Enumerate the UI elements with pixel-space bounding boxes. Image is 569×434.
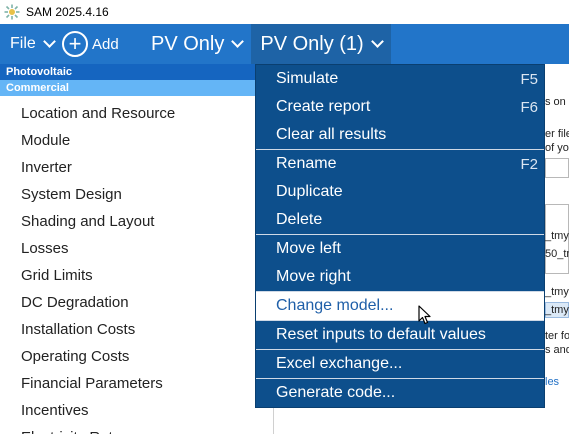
sidebar-item-incentives[interactable]: Incentives [0,397,273,424]
menu-item-generate-code[interactable]: Generate code... [256,379,544,407]
text-fragment: _tmy [545,230,569,242]
add-case-button[interactable]: + Add [62,24,142,64]
sidebar-item-electricity-rates[interactable]: Electricity Rates [0,424,273,434]
plus-circle-icon: + [62,31,88,57]
menu-item-label: Simulate [276,70,339,87]
title-bar: SAM 2025.4.16 [0,0,569,24]
menu-item-create-report[interactable]: Create report F6 [256,93,544,121]
text-fragment: of yo [545,142,569,154]
case-tab-label: PV Only (1) [260,32,364,55]
menu-item-rename[interactable]: Rename F2 [256,150,544,178]
menu-item-clear-all-results[interactable]: Clear all results [256,121,544,149]
window-title: SAM 2025.4.16 [26,5,109,19]
sidebar-item-losses[interactable]: Losses [0,235,273,262]
menu-item-reset-inputs[interactable]: Reset inputs to default values [256,321,544,349]
menu-item-label: Create report [276,98,371,115]
menu-item-simulate[interactable]: Simulate F5 [256,65,544,93]
file-menu-button[interactable]: File [0,24,62,64]
menu-item-shortcut: F2 [520,155,538,173]
input-page-sidebar: Photovoltaic Commercial Location and Res… [0,64,274,434]
case-context-menu: Simulate F5 Create report F6 Clear all r… [255,64,545,408]
case-tab-label: PV Only [151,32,225,55]
text-fragment: _tmy [545,286,569,298]
case-tab-pv-only-1[interactable]: PV Only (1) [251,24,391,64]
menu-item-change-model[interactable]: Change model... [256,292,544,320]
text-fragment: 50_tr [545,248,569,260]
menu-item-label: Generate code... [276,384,396,401]
menu-item-move-left[interactable]: Move left [256,235,544,263]
add-label: Add [92,35,119,53]
files-link[interactable]: les [545,376,559,388]
input-field[interactable] [545,158,569,178]
chevron-down-icon [231,35,245,48]
menu-item-shortcut: F5 [520,70,538,88]
file-menu-label: File [10,35,36,52]
financial-model-header: Commercial [0,80,273,96]
menu-item-excel-exchange[interactable]: Excel exchange... [256,350,544,378]
case-tab-pv-only[interactable]: PV Only [142,24,251,64]
sidebar-item-module[interactable]: Module [0,127,273,154]
text-fragment: er file [545,128,569,140]
chevron-down-icon [370,35,384,48]
sidebar-item-installation-costs[interactable]: Installation Costs [0,316,273,343]
sidebar-item-operating-costs[interactable]: Operating Costs [0,343,273,370]
sidebar-item-dc-degradation[interactable]: DC Degradation [0,289,273,316]
menu-item-label: Reset inputs to default values [276,326,486,343]
menu-item-label: Move left [276,240,341,257]
menu-item-label: Rename [276,155,337,172]
menu-item-move-right[interactable]: Move right [256,263,544,291]
text-fragment: ter fo [545,330,569,342]
menu-item-label: Move right [276,268,351,285]
sidebar-item-location-and-resource[interactable]: Location and Resource [0,100,273,127]
menu-item-shortcut: F6 [520,98,538,116]
technology-header: Photovoltaic [0,64,273,80]
sidebar-item-financial-parameters[interactable]: Financial Parameters [0,370,273,397]
menu-item-label: Delete [276,211,323,228]
main-toolbar: File + Add PV Only PV Only (1) [0,24,569,64]
text-fragment: s and [545,344,569,356]
menu-item-label: Change model... [276,297,394,314]
menu-item-label: Duplicate [276,183,343,200]
input-page-list: Location and Resource Module Inverter Sy… [0,96,273,434]
mouse-pointer-icon [418,305,431,325]
menu-item-delete[interactable]: Delete [256,206,544,234]
sam-logo-icon [4,4,20,20]
text-fragment: s on [545,96,566,108]
sidebar-item-grid-limits[interactable]: Grid Limits [0,262,273,289]
text-fragment: _tmy [545,304,569,316]
sidebar-item-shading-and-layout[interactable]: Shading and Layout [0,208,273,235]
sidebar-item-system-design[interactable]: System Design [0,181,273,208]
menu-item-label: Clear all results [276,126,387,143]
chevron-down-icon [42,35,56,48]
menu-item-duplicate[interactable]: Duplicate [256,178,544,206]
menu-item-label: Excel exchange... [276,355,403,372]
sidebar-item-inverter[interactable]: Inverter [0,154,273,181]
